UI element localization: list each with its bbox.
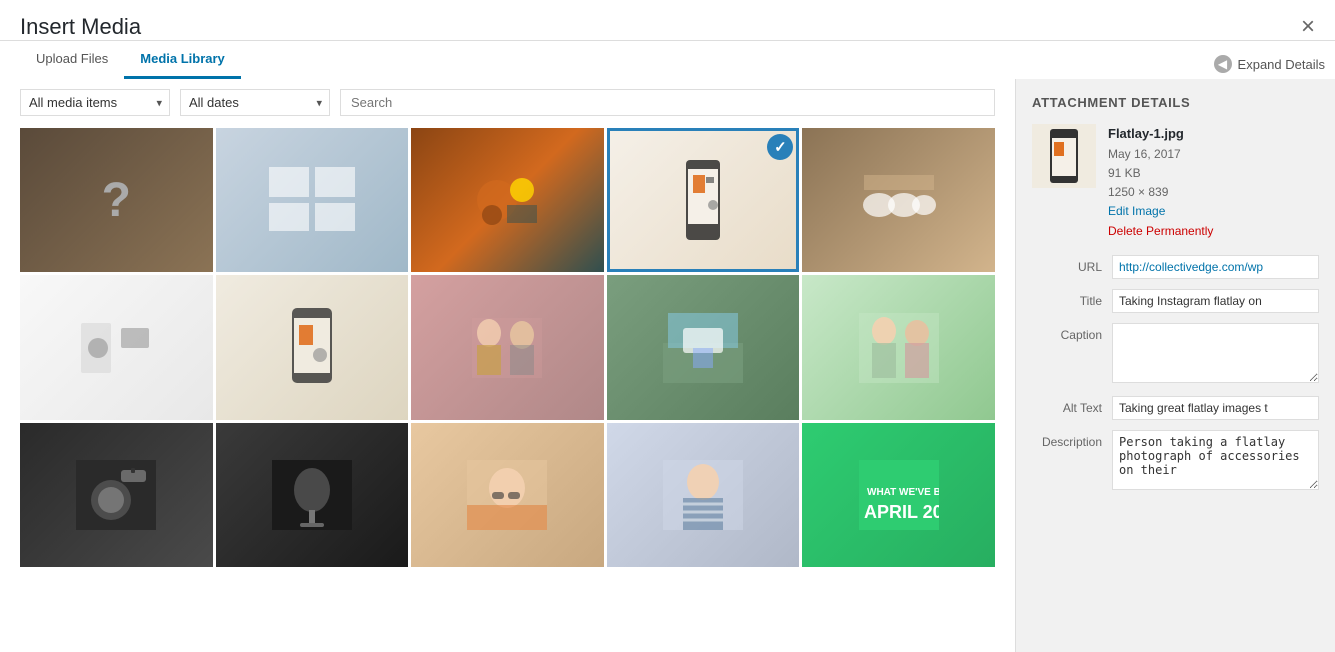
thumb-placeholder-7 xyxy=(216,275,409,419)
title-value-wrap xyxy=(1112,289,1319,313)
alt-value-wrap xyxy=(1112,396,1319,420)
expand-icon: ◀ xyxy=(1214,55,1232,73)
thumb-placeholder-6 xyxy=(20,275,213,419)
attachment-thumbnail xyxy=(1032,124,1096,188)
title-field-row: Title xyxy=(1032,289,1319,313)
caption-field-row: Caption xyxy=(1032,323,1319,386)
media-item-5[interactable] xyxy=(802,128,995,272)
title-label: Title xyxy=(1032,289,1112,308)
search-input[interactable] xyxy=(340,89,995,116)
thumb-placeholder-8 xyxy=(411,275,604,419)
thumb-placeholder-10 xyxy=(802,275,995,419)
media-item-4[interactable] xyxy=(607,128,800,272)
tab-media-library[interactable]: Media Library xyxy=(124,41,241,79)
attachment-filename: Flatlay-1.jpg xyxy=(1108,124,1213,145)
svg-text:APRIL 2017: APRIL 2017 xyxy=(864,502,939,522)
media-type-select[interactable]: All media items xyxy=(20,89,170,116)
dates-filter-wrap: All dates xyxy=(180,89,330,116)
tab-bar: Upload Files Media Library xyxy=(0,41,1335,79)
attachment-info-row: Flatlay-1.jpg May 16, 2017 91 KB 1250 × … xyxy=(1032,124,1319,241)
media-item-1[interactable]: ? xyxy=(20,128,213,272)
attachment-info: Flatlay-1.jpg May 16, 2017 91 KB 1250 × … xyxy=(1108,124,1213,241)
media-item-7[interactable] xyxy=(216,275,409,419)
url-value-wrap xyxy=(1112,255,1319,279)
thumb-placeholder-9 xyxy=(607,275,800,419)
description-value-wrap xyxy=(1112,430,1319,493)
thumb-placeholder-12 xyxy=(216,423,409,567)
modal-header: Insert Media × xyxy=(0,0,1335,41)
thumb-placeholder-3 xyxy=(411,128,604,272)
url-label: URL xyxy=(1032,255,1112,274)
media-item-6[interactable] xyxy=(20,275,213,419)
media-item-2[interactable] xyxy=(216,128,409,272)
thumb-placeholder-15: WHAT WE'VE BEEN UP TO APRIL 2017 xyxy=(802,423,995,567)
media-item-14[interactable] xyxy=(607,423,800,567)
thumb-placeholder-14 xyxy=(607,423,800,567)
modal-title: Insert Media xyxy=(20,14,141,40)
caption-label: Caption xyxy=(1032,323,1112,342)
media-item-8[interactable] xyxy=(411,275,604,419)
media-item-15[interactable]: WHAT WE'VE BEEN UP TO APRIL 2017 xyxy=(802,423,995,567)
filters-bar: All media items All dates xyxy=(20,89,995,116)
dates-select[interactable]: All dates xyxy=(180,89,330,116)
media-type-filter-wrap: All media items xyxy=(20,89,170,116)
tab-upload[interactable]: Upload Files xyxy=(20,41,124,79)
expand-details-label: Expand Details xyxy=(1238,57,1325,72)
media-item-9[interactable] xyxy=(607,275,800,419)
media-item-3[interactable] xyxy=(411,128,604,272)
insert-media-modal: Insert Media × Upload Files Media Librar… xyxy=(0,0,1335,652)
attachment-details-sidebar: ATTACHMENT DETAILS Flatlay-1.jpg May 16,… xyxy=(1015,79,1335,652)
media-grid: ? xyxy=(20,128,995,567)
thumb-placeholder-5 xyxy=(802,128,995,272)
svg-text:WHAT WE'VE BEEN UP TO: WHAT WE'VE BEEN UP TO xyxy=(867,487,939,498)
description-field-row: Description xyxy=(1032,430,1319,493)
media-item-10[interactable] xyxy=(802,275,995,419)
title-input[interactable] xyxy=(1112,289,1319,313)
thumb-placeholder-13 xyxy=(411,423,604,567)
media-item-13[interactable] xyxy=(411,423,604,567)
caption-value-wrap xyxy=(1112,323,1319,386)
thumb-placeholder-2 xyxy=(216,128,409,272)
attachment-size: 91 KB xyxy=(1108,164,1213,183)
thumb-placeholder-11 xyxy=(20,423,213,567)
description-textarea[interactable] xyxy=(1112,430,1319,490)
attachment-dimensions: 1250 × 839 xyxy=(1108,183,1213,202)
edit-image-link[interactable]: Edit Image xyxy=(1108,202,1213,221)
url-field-row: URL xyxy=(1032,255,1319,279)
media-item-11[interactable] xyxy=(20,423,213,567)
description-label: Description xyxy=(1032,430,1112,449)
caption-textarea[interactable] xyxy=(1112,323,1319,383)
thumb-placeholder-1: ? xyxy=(20,128,213,272)
alt-input[interactable] xyxy=(1112,396,1319,420)
modal-body: All media items All dates ? xyxy=(0,79,1335,652)
media-section: All media items All dates ? xyxy=(0,79,1015,652)
delete-permanently-link[interactable]: Delete Permanently xyxy=(1108,224,1213,238)
attachment-date: May 16, 2017 xyxy=(1108,145,1213,164)
close-button[interactable]: × xyxy=(1301,15,1315,39)
url-input[interactable] xyxy=(1112,255,1319,279)
media-item-12[interactable] xyxy=(216,423,409,567)
media-grid-wrap: ? xyxy=(20,128,995,642)
sidebar-title: ATTACHMENT DETAILS xyxy=(1032,95,1319,110)
alt-field-row: Alt Text xyxy=(1032,396,1319,420)
alt-label: Alt Text xyxy=(1032,396,1112,415)
expand-details-button[interactable]: ◀ Expand Details xyxy=(1214,55,1325,73)
